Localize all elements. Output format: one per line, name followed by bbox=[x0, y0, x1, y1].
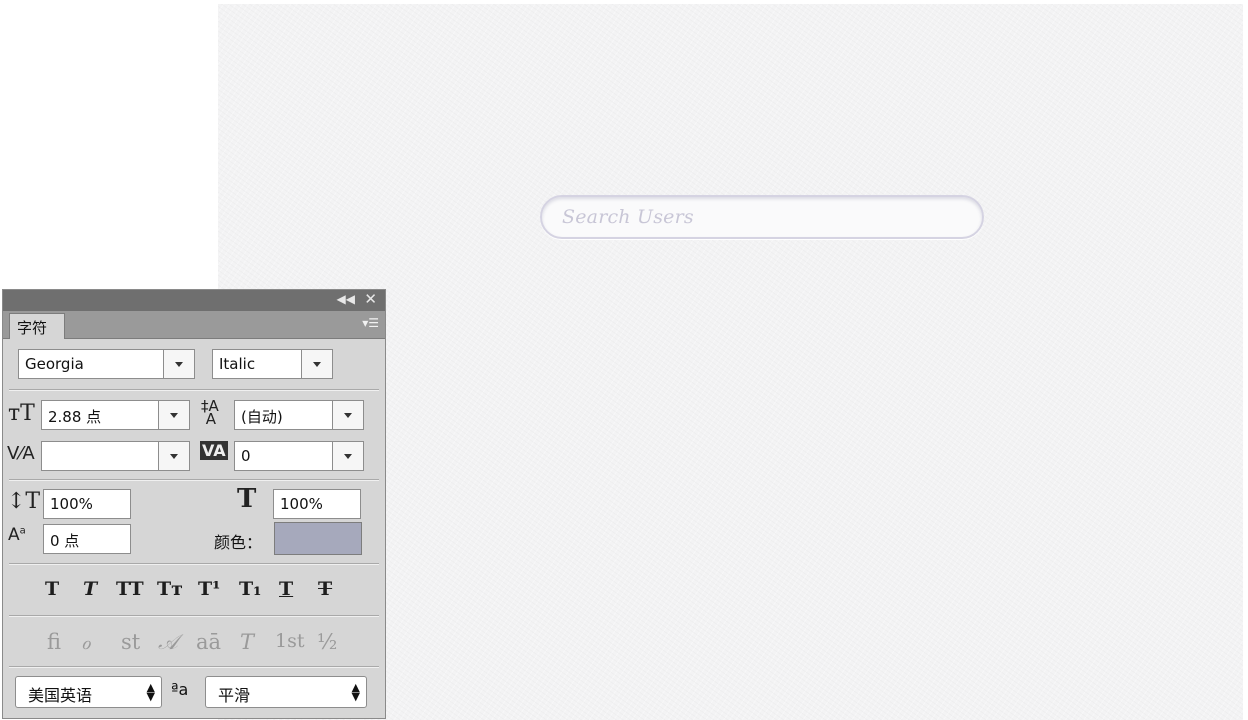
tab-character[interactable]: 字符 bbox=[9, 313, 65, 339]
vertical-scale-value: 100% bbox=[50, 495, 93, 513]
character-panel: ◀◀ ✕ 字符 ▾☰ Georgia Italic ᴛT 2.88 点 ‡A A… bbox=[2, 289, 386, 719]
tracking-field[interactable]: 0 bbox=[234, 441, 364, 471]
small-caps-button[interactable]: Tт bbox=[157, 578, 183, 600]
color-swatch[interactable] bbox=[274, 522, 362, 555]
kerning-field[interactable] bbox=[41, 441, 190, 471]
font-style-select[interactable]: Italic bbox=[212, 349, 333, 379]
superscript-button[interactable]: T¹ bbox=[198, 578, 220, 600]
underline-button[interactable]: T bbox=[279, 578, 293, 600]
search-input[interactable]: Search Users bbox=[540, 195, 984, 239]
tracking-value: 0 bbox=[241, 447, 251, 465]
font-size-value: 2.88 点 bbox=[48, 408, 102, 426]
font-family-select[interactable]: Georgia bbox=[18, 349, 195, 379]
horizontal-scale-icon: T bbox=[237, 484, 257, 514]
leading-icon: ‡A A bbox=[201, 397, 219, 428]
divider bbox=[9, 479, 379, 481]
vertical-scale-icon: ↕T bbox=[7, 489, 41, 514]
chevron-down-icon[interactable] bbox=[158, 401, 189, 429]
horizontal-scale-value: 100% bbox=[280, 495, 323, 513]
panel-menu-icon[interactable]: ▾☰ bbox=[362, 316, 379, 330]
antialias-select[interactable]: 平滑 ▲ ▼ bbox=[205, 676, 367, 708]
chevron-down-icon[interactable] bbox=[332, 442, 363, 470]
chevron-down-icon[interactable] bbox=[332, 401, 363, 429]
collapse-icon[interactable]: ◀◀ bbox=[337, 292, 355, 306]
language-select[interactable]: 美国英语 ▲ ▼ bbox=[15, 676, 162, 708]
font-size-icon: ᴛT bbox=[8, 401, 35, 426]
chevron-down-icon[interactable] bbox=[301, 350, 332, 378]
discretionary-ligatures-button[interactable]: ℴ bbox=[81, 630, 91, 654]
font-style-value: Italic bbox=[219, 355, 256, 373]
ordinals-button-t[interactable]: T bbox=[240, 630, 254, 654]
baseline-shift-value: 0 点 bbox=[50, 532, 80, 550]
titling-alternates-button[interactable]: aā bbox=[196, 630, 221, 654]
font-size-field[interactable]: 2.88 点 bbox=[41, 400, 190, 430]
all-caps-button[interactable]: TT bbox=[116, 578, 144, 600]
horizontal-scale-field[interactable]: 100% bbox=[273, 489, 361, 519]
leading-field[interactable]: (自动) bbox=[234, 400, 364, 430]
ligatures-button[interactable]: ﬁ bbox=[47, 630, 61, 654]
baseline-shift-icon: Aa bbox=[8, 525, 26, 545]
search-placeholder: Search Users bbox=[562, 206, 694, 228]
updown-icon: ▲ ▼ bbox=[351, 681, 360, 703]
chevron-down-icon[interactable] bbox=[158, 442, 189, 470]
tracking-icon: VA bbox=[200, 441, 228, 460]
leading-value: (自动) bbox=[241, 408, 283, 426]
faux-italic-button[interactable]: T bbox=[83, 578, 97, 600]
ordinals-button[interactable]: 1st bbox=[275, 630, 304, 652]
font-family-value: Georgia bbox=[25, 355, 84, 373]
tab-strip: 字符 ▾☰ bbox=[3, 311, 385, 339]
chevron-down-icon[interactable] bbox=[163, 350, 194, 378]
subscript-button[interactable]: T₁ bbox=[239, 578, 261, 600]
antialias-icon: ªa bbox=[171, 680, 189, 699]
tab-label: 字符 bbox=[17, 319, 48, 337]
faux-bold-button[interactable]: T bbox=[45, 578, 59, 600]
divider bbox=[9, 389, 379, 391]
divider bbox=[9, 666, 379, 668]
kerning-icon: V⁄A bbox=[7, 443, 35, 464]
antialias-value: 平滑 bbox=[218, 686, 251, 705]
divider bbox=[9, 615, 379, 617]
close-icon[interactable]: ✕ bbox=[364, 290, 377, 308]
baseline-shift-field[interactable]: 0 点 bbox=[43, 524, 131, 554]
vertical-scale-field[interactable]: 100% bbox=[43, 489, 131, 519]
stylistic-alternates-button[interactable]: 𝒜 bbox=[158, 630, 178, 655]
fractions-button[interactable]: ½ bbox=[317, 630, 337, 654]
language-value: 美国英语 bbox=[28, 686, 93, 705]
updown-icon: ▲ ▼ bbox=[146, 681, 155, 703]
color-label: 颜色： bbox=[214, 533, 263, 552]
strikethrough-button[interactable]: T bbox=[318, 578, 332, 600]
swash-button[interactable]: st bbox=[121, 630, 140, 654]
divider bbox=[9, 563, 379, 565]
panel-titlebar[interactable]: ◀◀ ✕ bbox=[3, 290, 385, 311]
